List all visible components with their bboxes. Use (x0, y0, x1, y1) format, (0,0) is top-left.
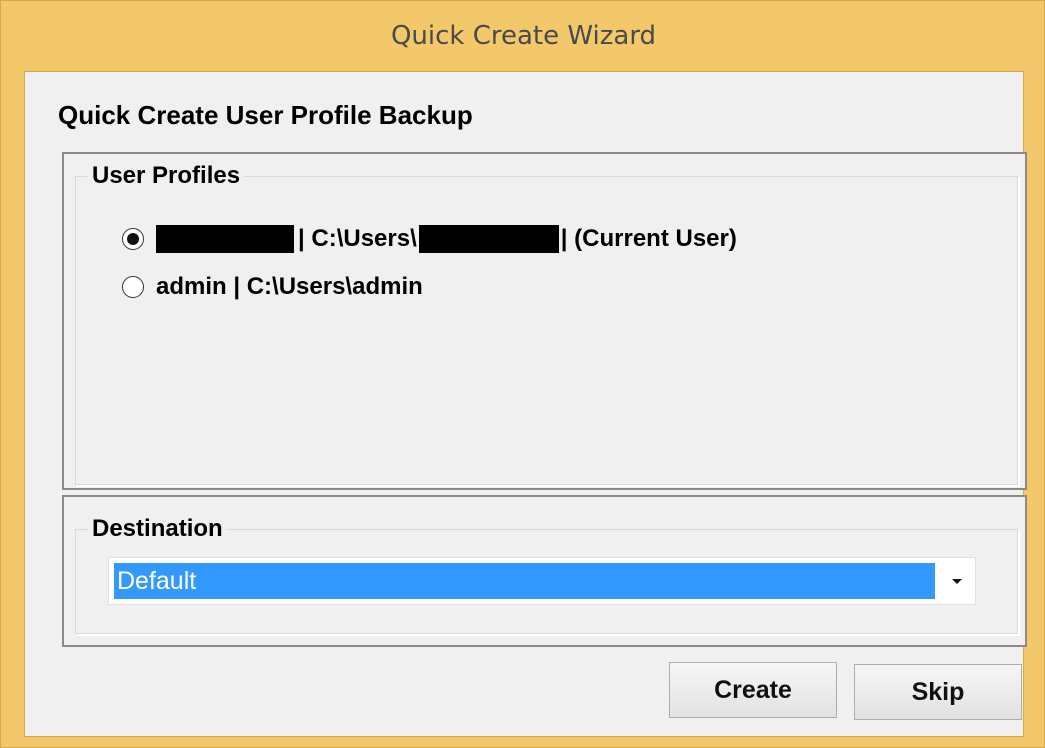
destination-frame: Destination Default (62, 495, 1027, 647)
window-title: Quick Create Wizard (390, 21, 657, 51)
redacted-username (156, 225, 294, 253)
radio-selected-icon[interactable] (122, 228, 144, 250)
redacted-user-folder (418, 225, 559, 253)
user-profiles-legend: User Profiles (88, 162, 245, 190)
destination-legend: Destination (88, 515, 227, 543)
profile-admin-label: admin | C:\Users\admin (156, 273, 423, 300)
user-profiles-frame: User Profiles | C:\Users\ | (Current Use… (62, 152, 1027, 490)
dialog-heading: Quick Create User Profile Backup (58, 100, 473, 130)
dialog-client-area: Quick Create User Profile Backup User Pr… (24, 71, 1027, 737)
user-profiles-groupbox (75, 176, 1019, 486)
wizard-window: Quick Create Wizard Quick Create User Pr… (0, 0, 1045, 748)
title-bar[interactable]: Quick Create Wizard (1, 1, 1045, 71)
skip-button[interactable]: Skip (854, 664, 1022, 720)
profile-option-admin[interactable]: admin | C:\Users\admin (122, 272, 423, 302)
dropdown-arrow-icon[interactable] (939, 558, 975, 604)
destination-dropdown[interactable]: Default (108, 557, 976, 605)
profile-path-prefix: | C:\Users\ (298, 225, 417, 252)
destination-selected-value[interactable]: Default (114, 563, 935, 599)
profile-option-current-user[interactable]: | C:\Users\ | (Current User) (122, 224, 737, 254)
radio-unselected-icon[interactable] (122, 276, 144, 298)
create-button[interactable]: Create (669, 662, 837, 718)
profile-current-user-suffix: | (Current User) (560, 225, 737, 252)
